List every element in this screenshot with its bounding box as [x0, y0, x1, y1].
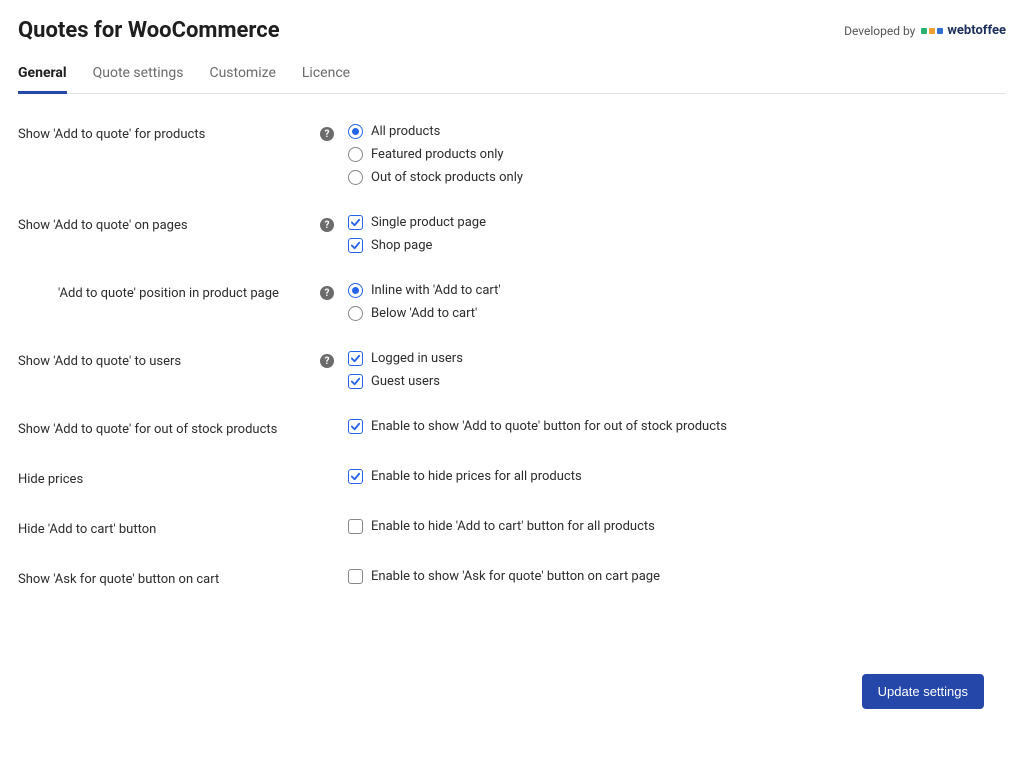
checkbox-label: Single product page	[371, 215, 486, 230]
label-show-products: Show 'Add to quote' for products	[18, 127, 205, 142]
brand-logo-icon	[921, 28, 943, 34]
tab-customize[interactable]: Customize	[209, 65, 275, 93]
brand-logo: webtoffee	[921, 23, 1006, 38]
checkbox-input[interactable]	[348, 374, 363, 389]
update-settings-button[interactable]: Update settings	[862, 674, 984, 709]
checkbox-input[interactable]	[348, 215, 363, 230]
checkbox-ask-for-quote[interactable]: Enable to show 'Ask for quote' button on…	[348, 569, 1006, 584]
checkbox-label: Enable to show 'Ask for quote' button on…	[371, 569, 660, 584]
row-hide-add-to-cart: Hide 'Add to cart' button Enable to hide…	[18, 519, 1006, 539]
tab-general[interactable]: General	[18, 65, 67, 93]
checkbox-input[interactable]	[348, 351, 363, 366]
radio-label: All products	[371, 124, 440, 139]
checkbox-guest-users[interactable]: Guest users	[348, 374, 1006, 389]
help-icon[interactable]: ?	[320, 127, 334, 141]
radio-below[interactable]: Below 'Add to cart'	[348, 306, 1006, 321]
developed-by-label: Developed by	[844, 24, 915, 38]
row-hide-prices: Hide prices Enable to hide prices for al…	[18, 469, 1006, 489]
help-icon[interactable]: ?	[320, 286, 334, 300]
checkbox-label: Logged in users	[371, 351, 463, 366]
row-position: 'Add to quote' position in product page …	[18, 283, 1006, 321]
checkbox-shop-page[interactable]: Shop page	[348, 238, 1006, 253]
radio-featured-products[interactable]: Featured products only	[348, 147, 1006, 162]
checkbox-input[interactable]	[348, 469, 363, 484]
label-show-users: Show 'Add to quote' to users	[18, 354, 181, 369]
label-out-of-stock: Show 'Add to quote' for out of stock pro…	[18, 422, 277, 437]
row-show-pages: Show 'Add to quote' on pages ? Single pr…	[18, 215, 1006, 253]
tab-quote-settings[interactable]: Quote settings	[93, 65, 184, 93]
checkbox-logged-in-users[interactable]: Logged in users	[348, 351, 1006, 366]
help-icon[interactable]: ?	[320, 354, 334, 368]
label-show-pages: Show 'Add to quote' on pages	[18, 218, 188, 233]
checkbox-input[interactable]	[348, 519, 363, 534]
radio-label: Below 'Add to cart'	[371, 306, 477, 321]
radio-input[interactable]	[348, 306, 363, 321]
checkbox-input[interactable]	[348, 569, 363, 584]
help-icon[interactable]: ?	[320, 218, 334, 232]
radio-label: Out of stock products only	[371, 170, 523, 185]
label-hide-add-to-cart: Hide 'Add to cart' button	[18, 522, 156, 537]
radio-all-products[interactable]: All products	[348, 124, 1006, 139]
radio-out-of-stock-products[interactable]: Out of stock products only	[348, 170, 1006, 185]
radio-input[interactable]	[348, 147, 363, 162]
radio-inline[interactable]: Inline with 'Add to cart'	[348, 283, 1006, 298]
checkbox-input[interactable]	[348, 238, 363, 253]
radio-input[interactable]	[348, 124, 363, 139]
row-ask-for-quote: Show 'Ask for quote' button on cart Enab…	[18, 569, 1006, 589]
checkbox-label: Shop page	[371, 238, 432, 253]
radio-input[interactable]	[348, 283, 363, 298]
brand-name: webtoffee	[947, 23, 1006, 38]
checkbox-single-product-page[interactable]: Single product page	[348, 215, 1006, 230]
page-title: Quotes for WooCommerce	[18, 18, 280, 43]
tab-licence[interactable]: Licence	[302, 65, 350, 93]
checkbox-label: Guest users	[371, 374, 440, 389]
checkbox-input[interactable]	[348, 419, 363, 434]
checkbox-hide-prices[interactable]: Enable to hide prices for all products	[348, 469, 1006, 484]
checkbox-hide-add-to-cart[interactable]: Enable to hide 'Add to cart' button for …	[348, 519, 1006, 534]
radio-label: Inline with 'Add to cart'	[371, 283, 501, 298]
label-ask-for-quote: Show 'Ask for quote' button on cart	[18, 572, 219, 587]
radio-label: Featured products only	[371, 147, 504, 162]
tabs: General Quote settings Customize Licence	[18, 65, 1006, 94]
row-out-of-stock: Show 'Add to quote' for out of stock pro…	[18, 419, 1006, 439]
checkbox-label: Enable to hide prices for all products	[371, 469, 582, 484]
row-show-users: Show 'Add to quote' to users ? Logged in…	[18, 351, 1006, 389]
radio-input[interactable]	[348, 170, 363, 185]
label-position: 'Add to quote' position in product page	[18, 286, 279, 301]
developed-by: Developed by webtoffee	[844, 23, 1006, 38]
checkbox-out-of-stock[interactable]: Enable to show 'Add to quote' button for…	[348, 419, 1006, 434]
row-show-products: Show 'Add to quote' for products ? All p…	[18, 124, 1006, 185]
checkbox-label: Enable to hide 'Add to cart' button for …	[371, 519, 655, 534]
label-hide-prices: Hide prices	[18, 472, 83, 487]
checkbox-label: Enable to show 'Add to quote' button for…	[371, 419, 727, 434]
